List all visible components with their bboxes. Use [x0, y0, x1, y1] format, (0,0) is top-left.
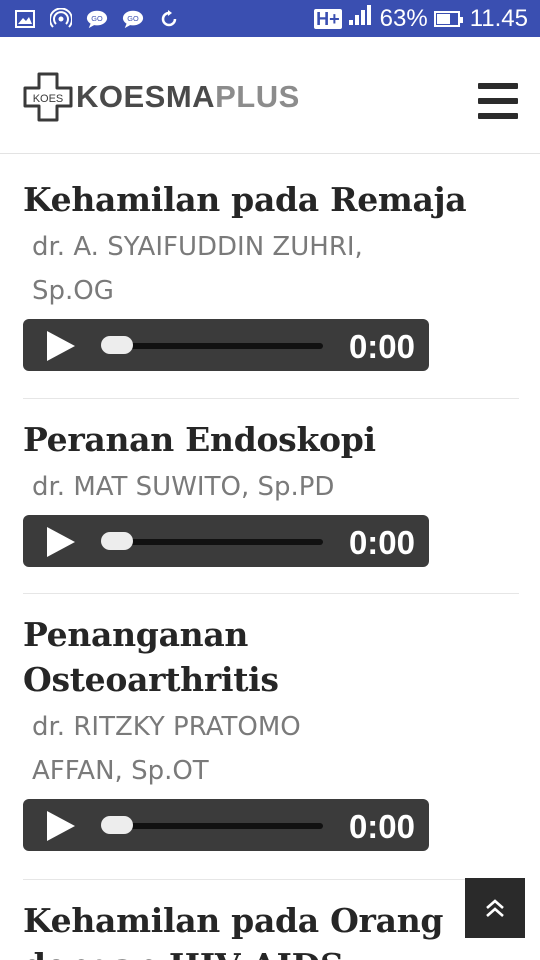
- seek-handle[interactable]: [101, 336, 133, 354]
- logo-text-primary: KOESMA: [76, 79, 216, 114]
- article-item: Penanganan Osteoarthritis dr. RITZKY PRA…: [23, 612, 519, 851]
- status-indicators: H+ 63% 11.45: [314, 4, 528, 33]
- author-line: AFFAN, Sp.OT: [32, 756, 209, 786]
- title-line: Kehamilan pada Orang: [23, 901, 444, 940]
- svg-text:GO: GO: [127, 13, 139, 22]
- article-item: Kehamilan pada Orang dengan HIV-AIDS: [23, 898, 519, 960]
- seek-track[interactable]: [105, 539, 323, 545]
- audio-time: 0:00: [348, 808, 415, 845]
- battery-icon: [433, 10, 463, 27]
- audio-player: 0:00: [23, 319, 429, 371]
- logo-cross-icon: KOES: [22, 71, 74, 123]
- menu-bar: [478, 113, 518, 119]
- clock: 11.45: [469, 4, 528, 32]
- hamburger-menu-icon[interactable]: [478, 83, 518, 119]
- logo-badge-text: KOES: [33, 93, 64, 105]
- double-chevron-up-icon: [486, 899, 504, 917]
- menu-bar: [478, 98, 518, 104]
- hotspot-icon: [50, 7, 72, 30]
- article-author: dr. RITZKY PRATOMO AFFAN, Sp.OT: [23, 705, 519, 793]
- divider: [23, 593, 519, 594]
- article-item: Peranan Endoskopi dr. MAT SUWITO, Sp.PD …: [23, 417, 519, 567]
- site-header: KOES KOESMAPLUS: [0, 37, 540, 154]
- back-to-top-button[interactable]: [465, 878, 525, 938]
- network-type: H+: [314, 8, 342, 29]
- play-icon[interactable]: [47, 527, 75, 557]
- seek-track[interactable]: [105, 343, 323, 349]
- audio-time: 0:00: [348, 328, 415, 365]
- battery-percent: 63%: [379, 4, 428, 32]
- seek-track[interactable]: [105, 823, 323, 829]
- divider: [23, 398, 519, 399]
- title-line: Penanganan: [23, 615, 249, 654]
- article-item: Kehamilan pada Remaja dr. A. SYAIFUDDIN …: [23, 177, 519, 371]
- title-line: dengan HIV-AIDS: [23, 943, 519, 960]
- chat-icon: GO: [86, 8, 108, 30]
- title-line: Osteoarthritis: [23, 660, 279, 699]
- audio-player: 0:00: [23, 515, 429, 567]
- author-line: dr. RITZKY PRATOMO: [32, 712, 301, 742]
- audio-time: 0:00: [348, 524, 415, 561]
- article-author: dr. MAT SUWITO, Sp.PD: [23, 465, 519, 509]
- author-line: Sp.OG: [32, 276, 114, 306]
- article-title[interactable]: Peranan Endoskopi: [23, 417, 519, 462]
- article-title[interactable]: Kehamilan pada Orang dengan HIV-AIDS: [23, 898, 519, 960]
- site-logo[interactable]: KOES KOESMAPLUS: [22, 71, 300, 123]
- svg-text:GO: GO: [91, 13, 103, 22]
- status-bar: GO GO H+ 63% 11.45: [0, 0, 540, 37]
- chat-icon: GO: [122, 8, 144, 30]
- signal-icon: [348, 4, 374, 33]
- author-line: dr. MAT SUWITO, Sp.PD: [32, 472, 335, 502]
- gallery-icon: [14, 8, 36, 30]
- author-line: dr. A. SYAIFUDDIN ZUHRI,: [32, 232, 363, 262]
- divider: [23, 879, 519, 880]
- menu-bar: [478, 83, 518, 89]
- article-author: dr. A. SYAIFUDDIN ZUHRI, Sp.OG: [23, 225, 519, 313]
- logo-text-secondary: PLUS: [215, 79, 300, 114]
- article-title[interactable]: Penanganan Osteoarthritis: [23, 612, 519, 702]
- play-icon[interactable]: [47, 331, 75, 361]
- seek-handle[interactable]: [101, 816, 133, 834]
- article-title[interactable]: Kehamilan pada Remaja: [23, 177, 519, 222]
- sync-icon: [158, 8, 180, 30]
- logo-text: KOESMAPLUS: [76, 71, 300, 123]
- play-icon[interactable]: [47, 811, 75, 841]
- seek-handle[interactable]: [101, 532, 133, 550]
- audio-player: 0:00: [23, 799, 429, 851]
- notification-icons: GO GO: [14, 7, 180, 30]
